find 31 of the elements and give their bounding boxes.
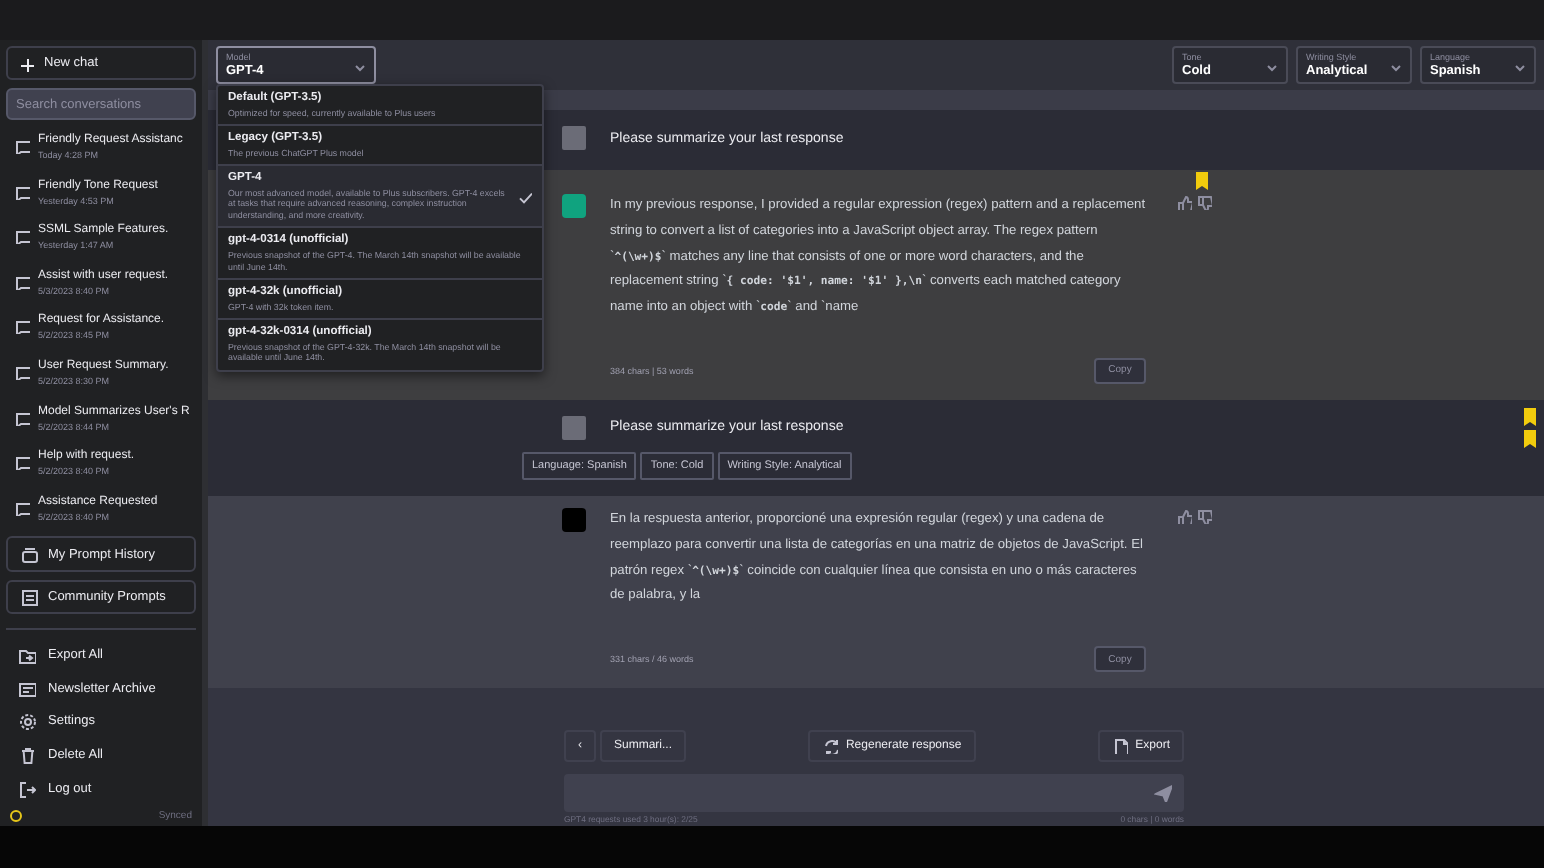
chat-bubble-icon — [14, 138, 30, 155]
plus-icon — [18, 55, 34, 72]
chat-bubble-icon — [14, 183, 30, 200]
assistant-avatar — [562, 507, 586, 532]
chat-bubble-icon — [14, 409, 30, 426]
folder-icon — [18, 646, 36, 665]
thumbs-up-icon — [1176, 507, 1192, 524]
check-icon — [516, 188, 532, 205]
thumbs-down-icon — [1196, 507, 1212, 524]
thumbs-up-icon — [1176, 194, 1192, 210]
user-avatar — [562, 415, 586, 440]
chat-bubble-icon — [14, 228, 30, 245]
send-icon — [1154, 784, 1172, 802]
thumbs-down-icon — [1196, 194, 1212, 210]
user-avatar — [562, 126, 586, 150]
board-icon — [20, 587, 38, 606]
assistant-avatar — [562, 194, 586, 218]
tray-icon — [20, 545, 38, 564]
newspaper-icon — [18, 679, 36, 698]
logo-icon — [10, 809, 22, 822]
chat-bubble-icon — [14, 364, 30, 381]
trash-icon — [18, 746, 36, 765]
settings-icon — [18, 712, 36, 731]
message-input[interactable] — [564, 774, 1184, 812]
refresh-icon — [821, 738, 838, 754]
chat-bubble-icon — [14, 454, 30, 471]
file-icon — [1111, 738, 1128, 754]
chat-bubble-icon — [14, 499, 30, 516]
chat-bubble-icon — [14, 273, 30, 290]
chat-bubble-icon — [14, 318, 30, 335]
logout-icon — [18, 779, 36, 798]
